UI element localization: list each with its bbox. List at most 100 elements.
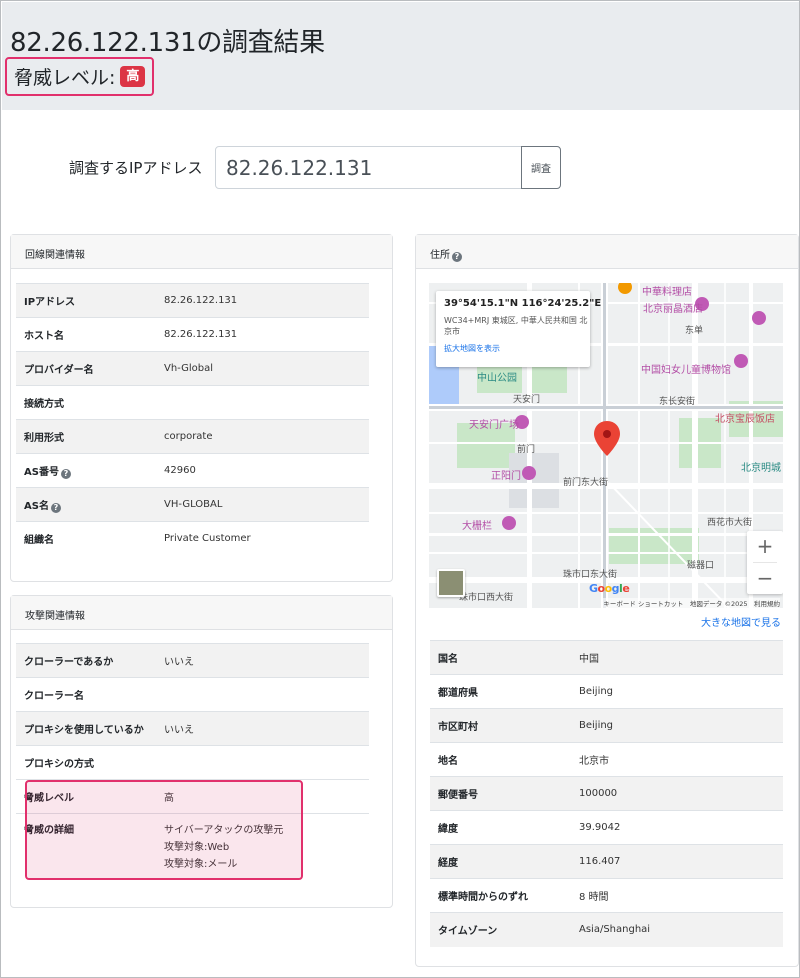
map-type-toggle[interactable] [437,569,465,597]
map-label-dashilan: 大栅栏 [462,521,492,532]
row-key: 地名 [430,742,571,777]
row-key: プロバイダー名 [16,351,156,386]
row-value: 116.407 [571,844,783,879]
table-row: 標準時間からのずれ 8 時間 [430,878,783,913]
row-value: corporate [156,419,369,454]
map-label-cishikou-west: 珠市口西大街 [459,593,514,603]
row-key: クローラー名 [16,677,156,712]
row-value [156,745,369,780]
row-key-text: AS番号 [24,466,59,478]
row-key: IPアドレス [16,283,156,318]
table-row: プロキシの方式 [16,745,369,780]
help-icon[interactable]: ? [60,468,71,479]
row-key: 経度 [430,844,571,879]
row-key: 国名 [430,640,571,675]
map-label-beijing-hotel: 北京丽晶酒店 [643,304,703,315]
threat-level-badge: 高 [120,65,146,88]
page-frame: 82.26.122.131の調査結果 脅威レベル: 高 調査するIPアドレス 調… [0,0,800,978]
table-row: 経度 116.407 [430,844,783,879]
result-header: 82.26.122.131の調査結果 脅威レベル: 高 [2,2,799,110]
address-title: 住所? [416,235,798,269]
zoom-control: + − [747,531,783,594]
table-row: 利用形式 corporate [16,419,369,454]
row-value: いいえ [156,643,369,678]
help-icon[interactable]: ? [452,252,462,262]
row-key: 郵便番号 [430,776,571,811]
table-row: プロキシを使用しているか いいえ [16,711,369,746]
map-footer[interactable]: キーボード ショートカット 地図データ ©2025 利用規約 [603,598,780,608]
row-value: 中国 [571,640,783,675]
help-icon[interactable]: ? [50,502,61,513]
line-info-title: 回線関連情報 [11,235,392,269]
row-key: 市区町村 [430,708,571,743]
map-coordinates: 39°54'15.1"N 116°24'25.2"E [444,298,602,309]
enlarge-map-link[interactable]: 拡大地図を表示 [444,343,582,354]
table-row: 接続方式 [16,385,369,420]
row-key-text: AS名 [24,500,49,512]
table-row: 国名 中国 [430,640,783,675]
table-row: プロバイダー名 Vh-Global [16,351,369,386]
address-table: 国名 中国 都道府県 Beijing 市区町村 Beijing 地名 北京市 郵便番号 10000… [430,640,783,947]
page-title: 82.26.122.131の調査結果 [10,28,325,58]
search-label: 調査するIPアドレス [69,159,203,177]
row-key: 組織名 [16,521,156,556]
map-label-dongdan: 东单 [685,326,704,336]
table-row: 都道府県 Beijing [430,674,783,709]
table-row: 地名 北京市 [430,742,783,777]
row-value: 82.26.122.131 [156,283,369,318]
row-key: ホスト名 [16,317,156,352]
ip-address-input[interactable] [215,146,522,189]
row-value: 39.9042 [571,810,783,845]
investigate-button[interactable]: 調査 [521,146,561,189]
threat-highlight-box [25,780,303,880]
map-label-qianmen-east: 前门东大街 [563,478,609,488]
table-row: 郵便番号 100000 [430,776,783,811]
threat-level-label: 脅威レベル: [14,67,116,89]
map-label-zhonghua: 中華料理店 [642,287,692,298]
table-row: AS名? VH-GLOBAL [16,487,369,522]
table-row: IPアドレス 82.26.122.131 [16,283,369,318]
attack-info-title: 攻撃関連情報 [11,596,392,630]
table-row: 組織名 Private Customer [16,521,369,556]
row-value: Beijing [571,674,783,709]
row-value [156,677,369,712]
line-info-table: IPアドレス 82.26.122.131 ホスト名 82.26.122.131 プロバイ… [16,283,369,556]
row-value [156,385,369,420]
map-label-cigai: 磁器口 [687,561,715,571]
map-label-qianmen: 前门 [517,445,536,455]
map-label-zhongshan-park: 中山公园 [477,373,517,384]
table-row: クローラーであるか いいえ [16,643,369,678]
map-label-beijing-mingcheng: 北京明城 [741,463,781,474]
row-value: 82.26.122.131 [156,317,369,352]
row-value: 42960 [156,453,369,488]
map-label-women-museum: 中国妇女儿童博物馆 [641,365,731,376]
row-value: Vh-Global [156,351,369,386]
row-value: Private Customer [156,521,369,556]
address-title-text: 住所 [430,250,450,261]
threat-level-heading: 脅威レベル: 高 [5,57,155,96]
row-value: Beijing [571,708,783,743]
row-value: 北京市 [571,742,783,777]
map-label-tiananmen: 天安门 [513,395,541,405]
row-key: プロキシの方式 [16,745,156,780]
table-row: 緯度 39.9042 [430,810,783,845]
row-key: AS番号? [16,453,156,488]
table-row: 市区町村 Beijing [430,708,783,743]
map-label-beijing-baochen: 北京宝辰饭店 [715,414,775,425]
zoom-in-button[interactable]: + [747,531,783,562]
row-key: クローラーであるか [16,643,156,678]
row-value: Asia/Shanghai [571,912,783,947]
row-key: AS名? [16,487,156,522]
row-key: タイムゾーン [430,912,571,947]
row-key: 標準時間からのずれ [430,878,571,913]
map-view[interactable]: 东单 中華料理店 北京丽晶酒店 中山公园 中国妇女儿童博物馆 天安门 东长安街 … [429,283,783,608]
zoom-out-button[interactable]: − [747,563,783,594]
map-label-xihuashi: 西花市大街 [707,518,753,528]
map-label-dongchang: 东长安街 [659,397,696,407]
row-key: 接続方式 [16,385,156,420]
row-key: 利用形式 [16,419,156,454]
map-label-tiananmen-square: 天安门广场 [469,420,519,431]
row-value: 100000 [571,776,783,811]
map-label-cishikou: 珠市口东大街 [563,570,618,580]
view-large-map-link[interactable]: 大きな地図で見る [701,614,781,629]
